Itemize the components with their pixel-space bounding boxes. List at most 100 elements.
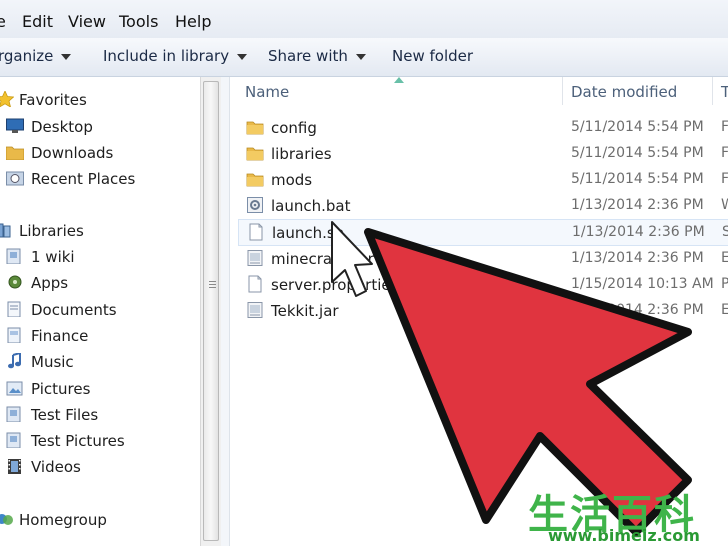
file-row[interactable]: config 5/11/2014 5:54 PM F [238,115,728,140]
nav-test-files[interactable]: Test Files [0,403,200,427]
menu-view[interactable]: View [68,12,106,31]
nav-finance[interactable]: Finance [0,324,200,348]
blank-file-icon [246,275,264,293]
nav-homegroup-label: Homegroup [19,511,107,529]
file-name: Tekkit.jar [271,302,339,320]
pane-divider[interactable] [221,77,230,546]
menu-file[interactable]: e [0,12,6,31]
file-name: mods [271,171,313,189]
nav-libraries-label: Libraries [19,222,84,240]
nav-test-pictures[interactable]: Test Pictures [0,429,200,453]
downloads-folder-icon [6,146,24,160]
nav-music-label: Music [31,353,74,371]
chevron-down-icon [237,53,248,60]
menu-tools[interactable]: Tools [119,12,158,31]
folder-icon [246,118,264,136]
organize-label: rganize [0,47,54,65]
nav-favorites-label: Favorites [19,91,87,109]
watermark-url: www.bimeiz.com [548,526,700,545]
nav-test-pictures-label: Test Pictures [31,432,125,450]
watermark: 生活百科 www.bimeiz.com [528,482,728,546]
column-header-type[interactable]: T [721,83,728,101]
nav-downloads[interactable]: Downloads [0,141,200,165]
file-row[interactable]: minecraft_server 1/13/2014 2:36 PM E [238,246,728,271]
file-type: S [722,224,728,240]
file-type: F [721,171,728,187]
nav-favorites[interactable]: Favorites [0,88,200,112]
file-type: F [721,145,728,161]
recent-places-icon [6,171,24,186]
navigation-pane: Favorites Desktop Downloads Recent Place… [0,77,200,546]
nav-desktop-label: Desktop [31,118,93,136]
menu-bar: e Edit View Tools Help [0,0,728,39]
file-name: server.properties [271,276,399,294]
nav-videos[interactable]: Videos [0,455,200,479]
star-icon [0,91,14,107]
column-separator[interactable] [712,77,713,105]
file-name: launch.bat [271,197,351,215]
batch-file-icon [246,196,264,214]
column-header-date-modified[interactable]: Date modified [571,83,677,101]
nav-documents-label: Documents [31,301,117,319]
nav-scrollbar[interactable] [200,77,222,546]
nav-1-wiki-label: 1 wiki [31,248,75,266]
scroll-grip [209,281,216,282]
library-folder-icon [6,248,21,264]
share-with-button[interactable]: Share with [268,47,366,65]
file-date-modified: 1/13/2014 2:36 PM [571,250,704,266]
file-list: Name Date modified T config 5/11/2014 5:5… [230,77,728,546]
new-folder-button[interactable]: New folder [392,47,473,65]
file-row[interactable]: mods 5/11/2014 5:54 PM F [238,167,728,192]
file-date-modified: 5/11/2014 5:54 PM [571,145,704,161]
nav-1-wiki[interactable]: 1 wiki [0,245,200,269]
menu-edit[interactable]: Edit [22,12,53,31]
nav-libraries[interactable]: Libraries [0,219,200,243]
sort-up-icon [394,77,404,83]
library-folder-icon [6,432,21,448]
file-date-modified: 1/13/2014 2:36 PM [572,224,705,240]
include-in-library-button[interactable]: Include in library [103,47,248,65]
jar-file-icon [246,301,264,319]
file-date-modified: 5/11/2014 5:54 PM [571,119,704,135]
file-name: launch.sh [272,224,345,242]
libraries-icon [0,223,11,238]
file-row[interactable]: launch.sh 1/13/2014 2:36 PM S [238,219,728,246]
nav-music[interactable]: Music [0,350,200,374]
file-date-modified: 1/13/2014 2:36 PM [571,197,704,213]
file-row[interactable]: server.properties 1/15/2014 10:13 AM P [238,272,728,297]
organize-button[interactable]: rganize [0,47,72,65]
nav-pictures[interactable]: Pictures [0,377,200,401]
nav-recent-places[interactable]: Recent Places [0,167,200,191]
menu-help[interactable]: Help [175,12,211,31]
scroll-thumb[interactable] [203,81,219,541]
apps-icon [8,275,22,289]
nav-downloads-label: Downloads [31,144,114,162]
column-header-name[interactable]: Name [245,83,289,101]
column-separator[interactable] [562,77,563,105]
nav-apps[interactable]: Apps [0,271,200,295]
file-type: E [721,302,728,318]
nav-videos-label: Videos [31,458,81,476]
file-name: minecraft_server [271,250,399,268]
chevron-down-icon [61,53,72,60]
file-name: libraries [271,145,332,163]
jar-file-icon [246,249,264,267]
nav-test-files-label: Test Files [31,406,99,424]
file-row[interactable]: libraries 5/11/2014 5:54 PM F [238,141,728,166]
scroll-grip [209,287,216,288]
file-row[interactable]: Tekkit.jar 1/13/2014 2:36 PM E [238,298,728,323]
file-name: config [271,119,317,137]
folder-icon [246,170,264,188]
pictures-icon [6,381,23,396]
file-row[interactable]: launch.bat 1/13/2014 2:36 PM W [238,193,728,218]
chevron-down-icon [355,53,366,60]
finance-icon [7,327,21,343]
nav-pictures-label: Pictures [31,380,91,398]
nav-homegroup[interactable]: Homegroup [0,508,200,532]
video-film-icon [8,459,21,474]
file-date-modified: 1/15/2014 10:13 AM [571,276,714,292]
nav-documents[interactable]: Documents [0,298,200,322]
nav-desktop[interactable]: Desktop [0,115,200,139]
file-type: W [721,197,728,213]
nav-finance-label: Finance [31,327,89,345]
